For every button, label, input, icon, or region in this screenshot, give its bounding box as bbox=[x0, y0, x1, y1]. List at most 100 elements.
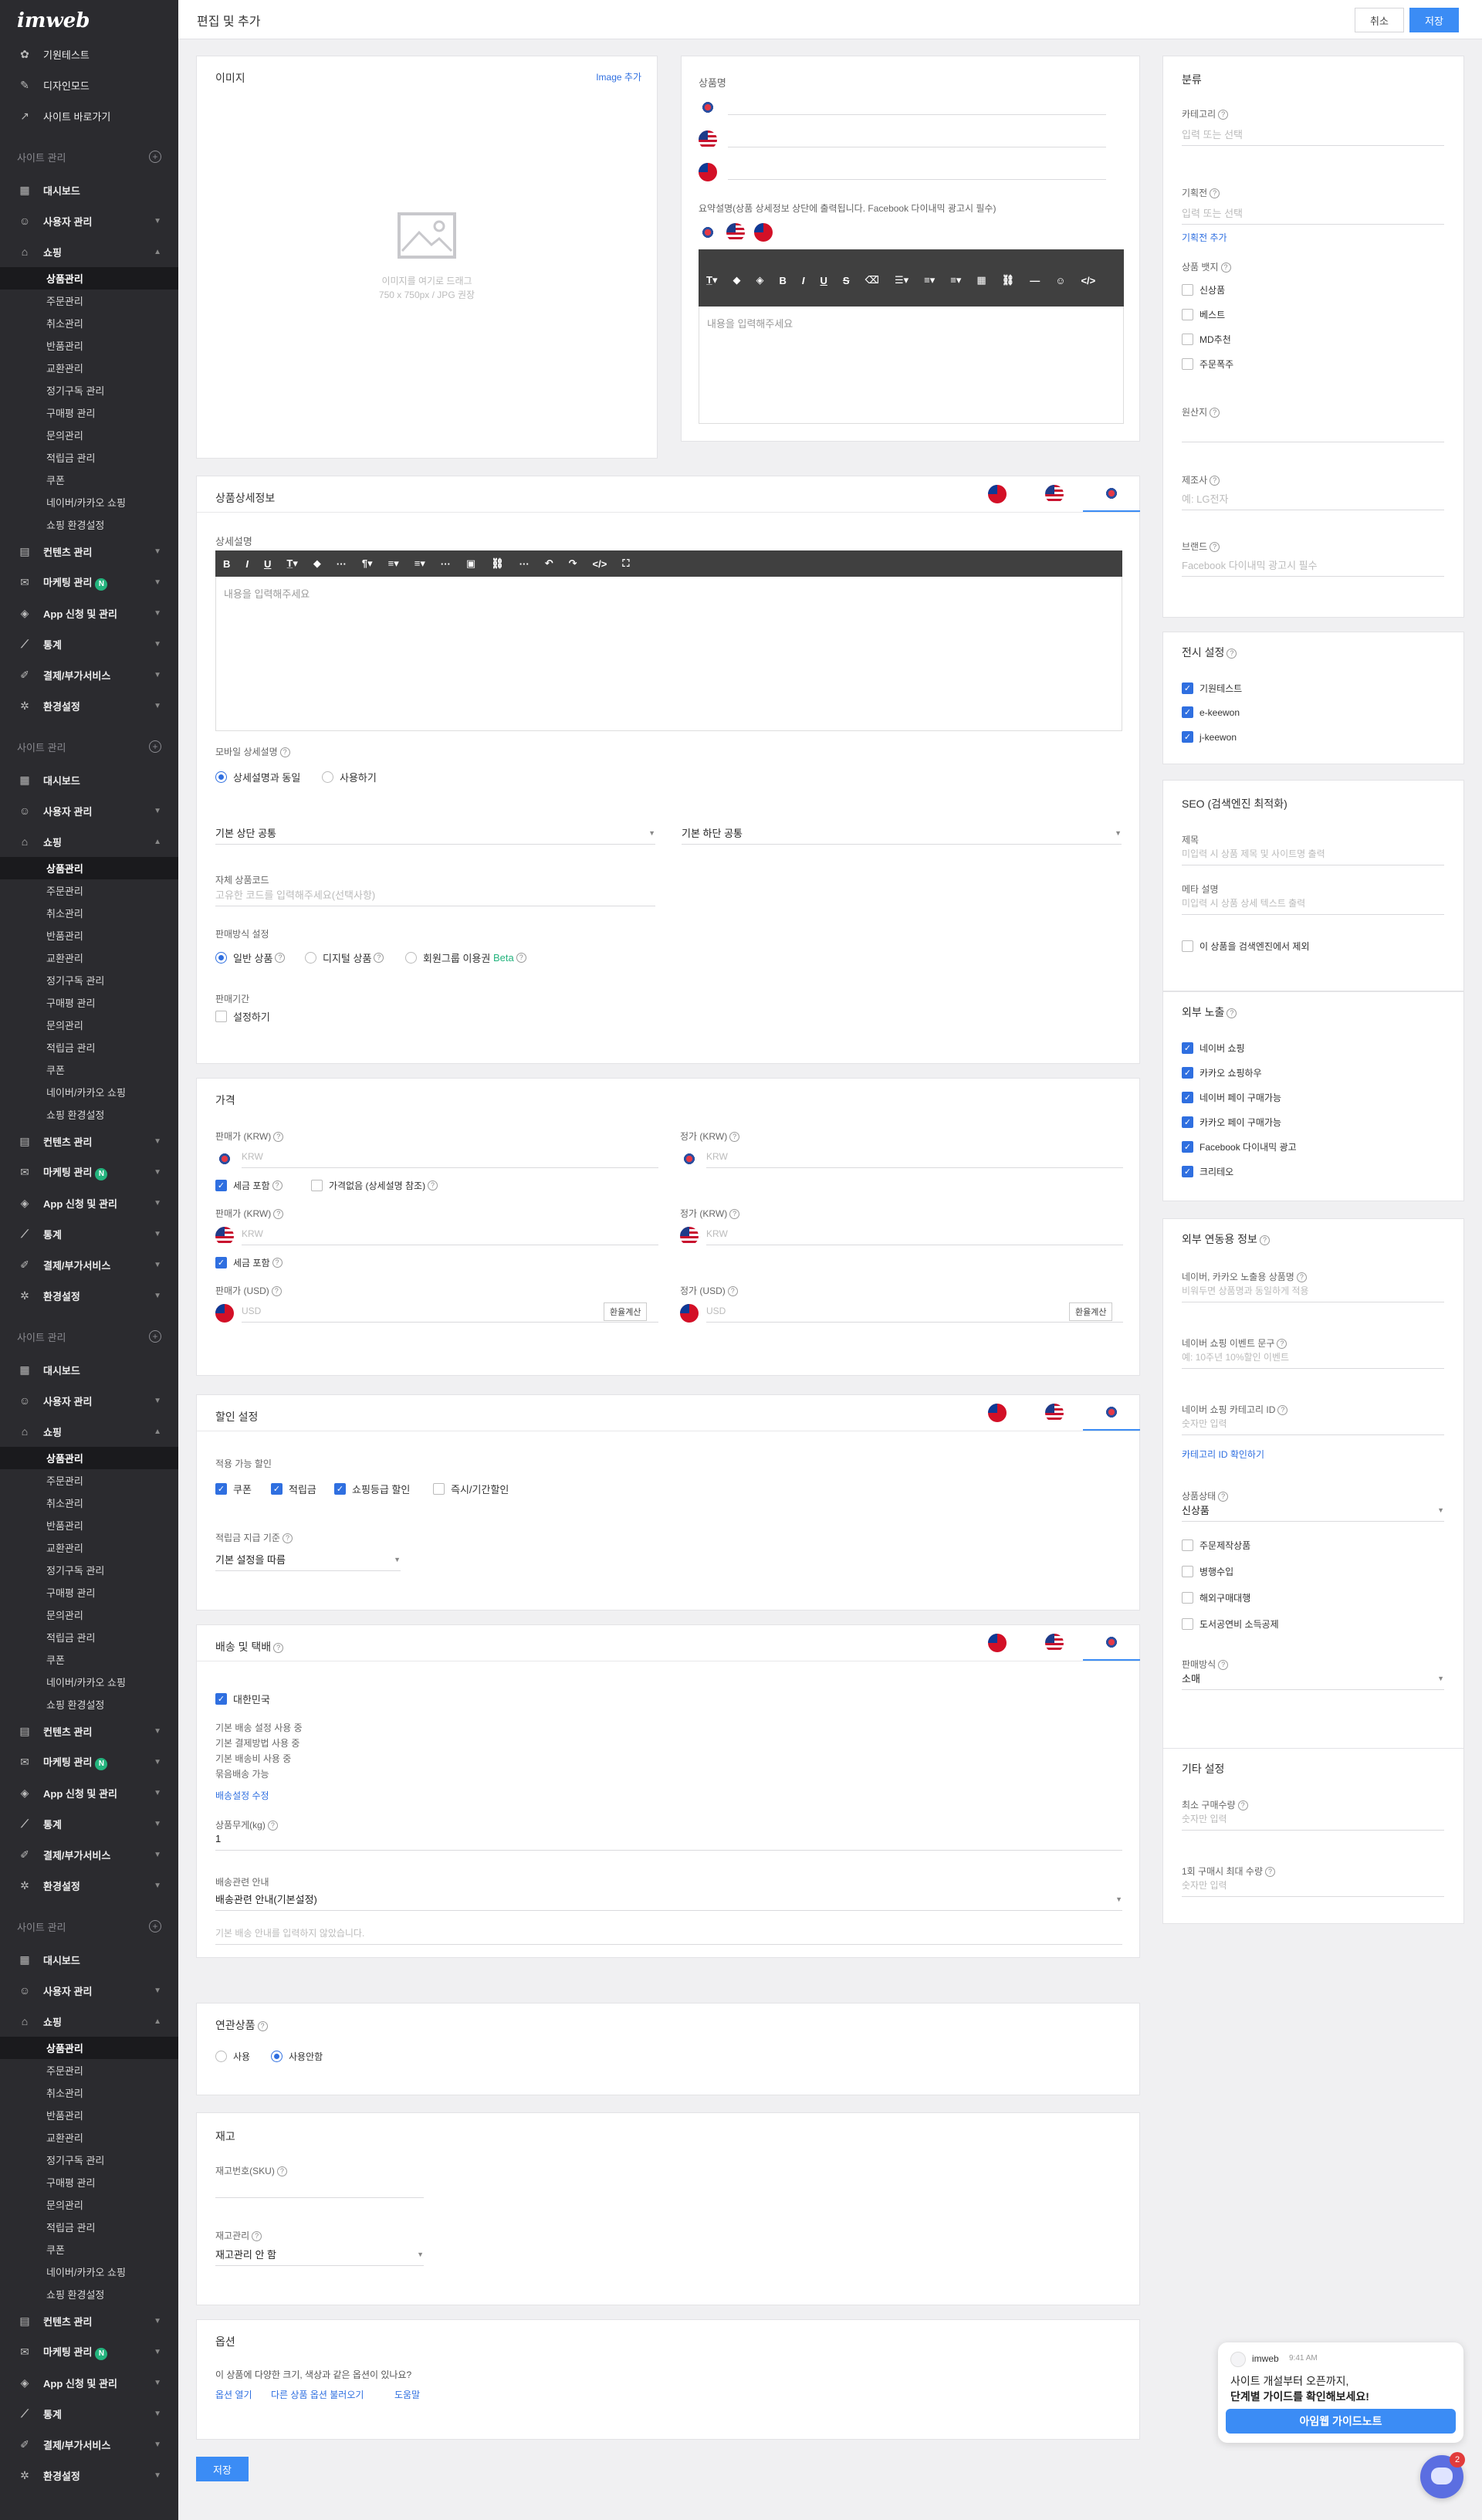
regular-price-usd-input[interactable]: USD bbox=[706, 1299, 1123, 1323]
sidebar-top-item[interactable]: ✎ 디자인모드 bbox=[0, 69, 178, 100]
regular-price-krw-input-2[interactable]: KRW bbox=[706, 1222, 1123, 1245]
sidebar-sub-item[interactable]: 네이버/카카오 쇼핑 bbox=[0, 491, 178, 513]
help-icon[interactable]: ? bbox=[1210, 188, 1220, 198]
help-icon[interactable]: ? bbox=[374, 953, 384, 963]
sidebar-nav-item[interactable]: ▤ 컨텐츠 관리 ▼ bbox=[0, 2305, 178, 2336]
help-icon[interactable]: ? bbox=[1210, 408, 1220, 418]
tab-korea[interactable] bbox=[1083, 1395, 1140, 1431]
help-icon[interactable]: ? bbox=[273, 1209, 284, 1219]
sidebar-sub-item[interactable]: 쿠폰 bbox=[0, 469, 178, 491]
help-icon[interactable]: ? bbox=[252, 2231, 262, 2241]
help-icon[interactable]: ? bbox=[257, 2021, 268, 2031]
sidebar-nav-item[interactable]: ✲ 환경설정 ▼ bbox=[0, 1280, 178, 1311]
product-code-input[interactable]: 고유한 코드를 입력해주세요(선택사항) bbox=[215, 883, 655, 906]
detail-editor-toolbar[interactable]: B I U T̲▾ ◆ ··· ¶▾ ≡▾ ≡▾ ··· ▣ ⛓ ··· ↶ ↷ </> ⛶ bbox=[215, 550, 1122, 577]
sale-general-radio[interactable]: 일반 상품? bbox=[215, 950, 286, 965]
sidebar-nav-item[interactable]: ◈ App 신청 및 관리 ▼ bbox=[0, 2367, 178, 2398]
sidebar-nav-item[interactable]: ⟋ 통계 ▼ bbox=[0, 1218, 178, 1249]
linked-option-checkbox[interactable]: 주문제작상품 bbox=[1182, 1539, 1250, 1552]
bottom-common-select[interactable]: 기본 하단 공통 ▼ bbox=[682, 821, 1122, 845]
load-options-link[interactable]: 다른 상품 옵션 불러오기 bbox=[271, 2388, 364, 2401]
taiwan-flag-tab-icon[interactable] bbox=[754, 223, 773, 242]
help-icon[interactable]: ? bbox=[516, 953, 526, 963]
sidebar-sub-item[interactable]: 문의관리 bbox=[0, 1014, 178, 1036]
display-site-checkbox[interactable]: ✓ j-keewon bbox=[1182, 731, 1237, 743]
badge-best-checkbox[interactable]: 베스트 bbox=[1182, 308, 1225, 321]
sidebar-sub-item[interactable]: 네이버/카카오 쇼핑 bbox=[0, 1671, 178, 1693]
weight-input[interactable]: 1 bbox=[215, 1827, 1122, 1851]
sidebar-sub-item[interactable]: 반품관리 bbox=[0, 924, 178, 947]
sidebar-nav-item[interactable]: ▦ 대시보드 bbox=[0, 174, 178, 205]
linked-option-checkbox[interactable]: 병행수입 bbox=[1182, 1565, 1233, 1578]
add-site-icon[interactable]: + bbox=[149, 1330, 161, 1343]
product-name-en-input[interactable] bbox=[728, 124, 1106, 147]
exchange-rate-button[interactable]: 환율계산 bbox=[1069, 1302, 1113, 1321]
sidebar-sub-item[interactable]: 주문관리 bbox=[0, 879, 178, 902]
summary-editor-toolbar[interactable]: T̲▾ ◆ ◈ B I U S ⌫ ☰▾ ≡▾ ≡▾ ▦ ⛓ — ☺ </> bbox=[699, 249, 1124, 307]
sidebar-sub-item[interactable]: 취소관리 bbox=[0, 902, 178, 924]
sidebar-nav-item[interactable]: ⌂ 쇼핑 ▲ bbox=[0, 1416, 178, 1447]
help-icon[interactable]: ? bbox=[1227, 649, 1237, 659]
sidebar-nav-item[interactable]: ✉ 마케팅 관리 N ▼ bbox=[0, 1746, 178, 1777]
help-icon[interactable]: ? bbox=[428, 1180, 438, 1191]
sidebar-nav-item[interactable]: ⌂ 쇼핑 ▲ bbox=[0, 236, 178, 267]
sidebar-nav-item[interactable]: ✉ 마케팅 관리 N ▼ bbox=[0, 567, 178, 598]
sidebar-sub-item[interactable]: 취소관리 bbox=[0, 2081, 178, 2104]
sidebar-nav-item[interactable]: ✐ 결제/부가서비스 ▼ bbox=[0, 1839, 178, 1870]
help-icon[interactable]: ? bbox=[282, 1533, 293, 1543]
sale-member-radio[interactable]: 회원그룹 이용권 Beta? bbox=[405, 950, 526, 965]
brand-input[interactable]: Facebook 다이내믹 광고시 필수 bbox=[1182, 554, 1444, 577]
sidebar-sub-item[interactable]: 쇼핑 환경설정 bbox=[0, 513, 178, 536]
shipping-guide-select[interactable]: 배송관련 안내(기본설정) ▼ bbox=[215, 1888, 1122, 1911]
open-options-link[interactable]: 옵션 열기 bbox=[215, 2388, 252, 2401]
tab-usa[interactable] bbox=[1026, 476, 1083, 512]
sidebar-sub-item[interactable]: 쿠폰 bbox=[0, 1648, 178, 1671]
event-phrase-input[interactable]: 예: 10주년 10%할인 이벤트 bbox=[1182, 1346, 1444, 1369]
coupon-checkbox[interactable]: ✓ 쿠폰 bbox=[215, 1482, 252, 1496]
korea-shipping-checkbox[interactable]: ✓ 대한민국 bbox=[215, 1692, 270, 1706]
sidebar-sub-item[interactable]: 교환관리 bbox=[0, 2126, 178, 2149]
sidebar-nav-item[interactable]: ⌂ 쇼핑 ▲ bbox=[0, 826, 178, 857]
exhibition-input[interactable]: 입력 또는 선택 bbox=[1182, 202, 1444, 225]
sidebar-sub-item[interactable]: 문의관리 bbox=[0, 2193, 178, 2216]
help-icon[interactable]: ? bbox=[1227, 1008, 1237, 1018]
check-category-id-link[interactable]: 카테고리 ID 확인하기 bbox=[1182, 1448, 1264, 1461]
tax-included-checkbox[interactable]: ✓ 세금 포함? bbox=[215, 1179, 283, 1192]
help-icon[interactable]: ? bbox=[729, 1209, 740, 1219]
korea-flag-tab-icon[interactable] bbox=[699, 223, 717, 242]
sidebar-sub-item[interactable]: 쇼핑 환경설정 bbox=[0, 1693, 178, 1716]
sale-type-select[interactable]: 소매 ▼ bbox=[1182, 1667, 1444, 1690]
exchange-rate-button[interactable]: 환율계산 bbox=[604, 1302, 648, 1321]
sidebar-nav-item[interactable]: ▤ 컨텐츠 관리 ▼ bbox=[0, 1716, 178, 1746]
sidebar-sub-item[interactable]: 주문관리 bbox=[0, 2059, 178, 2081]
sidebar-sub-item[interactable]: 상품관리 bbox=[0, 2037, 178, 2059]
sidebar-nav-item[interactable]: ✲ 환경설정 ▼ bbox=[0, 2460, 178, 2491]
category-input[interactable]: 입력 또는 선택 bbox=[1182, 123, 1444, 146]
related-use-radio[interactable]: 사용 bbox=[215, 2050, 250, 2063]
external-channel-checkbox[interactable]: ✓ 네이버 쇼핑 bbox=[1182, 1042, 1245, 1055]
help-icon[interactable]: ? bbox=[279, 747, 290, 757]
sidebar-nav-item[interactable]: ✉ 마케팅 관리 N ▼ bbox=[0, 2336, 178, 2367]
linked-name-input[interactable]: 비워두면 상품명과 동일하게 적용 bbox=[1182, 1279, 1444, 1302]
imweb-logo[interactable]: imweb bbox=[0, 0, 178, 39]
chat-bot-button[interactable]: 2 bbox=[1420, 2452, 1465, 2498]
product-status-select[interactable]: 신상품 ▼ bbox=[1182, 1499, 1444, 1522]
sidebar-sub-item[interactable]: 취소관리 bbox=[0, 312, 178, 334]
sidebar-nav-item[interactable]: ✐ 결제/부가서비스 ▼ bbox=[0, 2429, 178, 2460]
instant-discount-checkbox[interactable]: 즉시/기간할인 bbox=[433, 1482, 509, 1496]
help-icon[interactable]: ? bbox=[275, 953, 286, 963]
external-channel-checkbox[interactable]: ✓ 네이버 페이 구매가능 bbox=[1182, 1091, 1281, 1104]
badge-md-checkbox[interactable]: MD추천 bbox=[1182, 333, 1231, 346]
cancel-button[interactable]: 취소 bbox=[1355, 8, 1404, 32]
mobile-use-radio[interactable]: 사용하기 bbox=[322, 770, 377, 784]
display-site-checkbox[interactable]: ✓ e-keewon bbox=[1182, 706, 1240, 718]
sidebar-nav-item[interactable]: ☺ 사용자 관리 ▼ bbox=[0, 205, 178, 236]
display-site-checkbox[interactable]: ✓ 기원테스트 bbox=[1182, 682, 1242, 695]
min-qty-input[interactable]: 숫자만 입력 bbox=[1182, 1807, 1444, 1831]
sale-period-checkbox[interactable]: 설정하기 bbox=[215, 1009, 270, 1024]
tab-taiwan[interactable] bbox=[969, 476, 1026, 512]
tab-taiwan[interactable] bbox=[969, 1395, 1026, 1431]
sidebar-sub-item[interactable]: 상품관리 bbox=[0, 857, 178, 879]
seo-title-input[interactable]: 미입력 시 상품 제목 및 사이트명 출력 bbox=[1182, 842, 1444, 865]
points-basis-select[interactable]: 기본 설정을 따름 ▼ bbox=[215, 1548, 401, 1571]
